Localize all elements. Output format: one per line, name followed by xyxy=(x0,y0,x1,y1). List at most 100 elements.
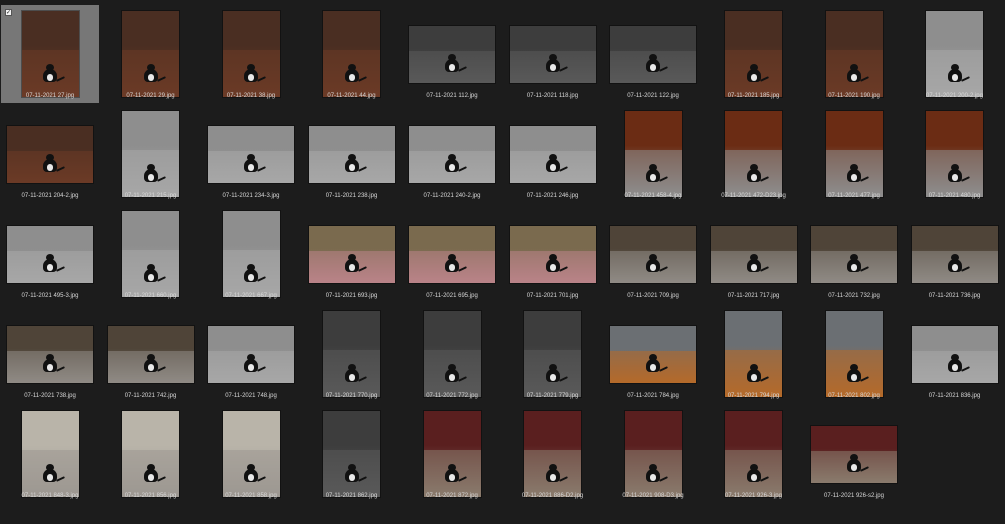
file-thumbnail-item[interactable]: 07-11-2021 477.jpg xyxy=(805,105,903,203)
cat-photo-thumbnail[interactable] xyxy=(811,425,897,483)
file-thumbnail-item[interactable]: 07-11-2021 794.jpg xyxy=(705,305,803,403)
file-thumbnail-item[interactable]: 07-11-2021 802.jpg xyxy=(805,305,903,403)
cat-photo-thumbnail[interactable] xyxy=(624,111,682,197)
file-thumbnail-item[interactable]: 07-11-2021 836.jpg xyxy=(906,305,1004,403)
file-thumbnail-item[interactable]: 07-11-2021 732.jpg xyxy=(805,205,903,303)
file-thumbnail-item[interactable]: 07-11-2021 784.jpg xyxy=(604,305,702,403)
cat-photo-thumbnail[interactable] xyxy=(409,125,495,183)
cat-photo-thumbnail[interactable] xyxy=(911,325,998,383)
file-thumbnail-item[interactable]: 07-11-2021 29.jpg xyxy=(102,5,200,103)
cat-photo-thumbnail[interactable] xyxy=(107,325,194,383)
cat-photo-thumbnail[interactable] xyxy=(21,11,79,97)
cat-photo-thumbnail[interactable] xyxy=(524,411,581,497)
file-thumbnail-item[interactable]: 07-11-2021 200-2.jpg xyxy=(906,5,1004,103)
file-thumbnail-item[interactable]: 07-11-2021 693.jpg xyxy=(303,205,401,303)
file-thumbnail-item[interactable]: 07-11-2021 238.jpg xyxy=(303,105,401,203)
file-thumbnail-item[interactable]: 07-11-2021 480.jpg xyxy=(906,105,1004,203)
file-thumbnail-item[interactable]: 07-11-2021 709.jpg xyxy=(604,205,702,303)
file-thumbnail-item[interactable]: ✓ 07-11-2021 27.jpg xyxy=(1,5,99,103)
file-thumbnail-item[interactable]: 07-11-2021 44.jpg xyxy=(303,5,401,103)
cat-photo-thumbnail[interactable] xyxy=(725,11,782,97)
cat-photo-thumbnail[interactable] xyxy=(122,11,179,97)
cat-photo-thumbnail[interactable] xyxy=(725,311,782,397)
file-thumbnail-item[interactable]: 07-11-2021 122.jpg xyxy=(604,5,702,103)
file-thumbnail-item[interactable]: 07-11-2021 234-3.jpg xyxy=(202,105,300,203)
file-thumbnail-item[interactable]: 07-11-2021 738.jpg xyxy=(1,305,99,403)
cat-photo-thumbnail[interactable] xyxy=(122,111,179,197)
file-thumbnail-item[interactable]: 07-11-2021 215.jpg xyxy=(102,105,200,203)
cat-photo-thumbnail[interactable] xyxy=(423,411,481,497)
file-thumbnail-item[interactable]: 07-11-2021 112.jpg xyxy=(403,5,501,103)
cat-photo-thumbnail[interactable] xyxy=(7,325,93,383)
cat-photo-thumbnail[interactable] xyxy=(624,411,682,497)
cat-photo-thumbnail[interactable] xyxy=(710,225,797,283)
file-thumbnail-item[interactable]: 07-11-2021 848-3.jpg xyxy=(1,405,99,503)
file-thumbnail-item[interactable]: 07-11-2021 856.jpg xyxy=(102,405,200,503)
file-thumbnail-item[interactable]: 07-11-2021 185.jpg xyxy=(705,5,803,103)
file-thumbnail-item[interactable]: 07-11-2021 495-3.jpg xyxy=(1,205,99,303)
cat-photo-thumbnail[interactable] xyxy=(825,11,883,97)
file-thumbnail-item[interactable]: 07-11-2021 770.jpg xyxy=(303,305,401,403)
cat-photo-thumbnail[interactable] xyxy=(825,111,883,197)
cat-photo-thumbnail[interactable] xyxy=(509,25,596,83)
cat-photo-thumbnail[interactable] xyxy=(323,411,380,497)
cat-photo-thumbnail[interactable] xyxy=(926,11,983,97)
cat-photo-thumbnail[interactable] xyxy=(208,125,294,183)
cat-photo-thumbnail[interactable] xyxy=(409,225,495,283)
file-thumbnail-item[interactable]: 07-11-2021 667.jpg xyxy=(202,205,300,303)
file-thumbnail-item[interactable]: 07-11-2021 736.jpg xyxy=(906,205,1004,303)
file-thumbnail-item[interactable]: 07-11-2021 779.jpg xyxy=(504,305,602,403)
cat-photo-thumbnail[interactable] xyxy=(122,411,179,497)
file-thumbnail-item[interactable]: 07-11-2021 717.jpg xyxy=(705,205,803,303)
cat-photo-thumbnail[interactable] xyxy=(509,125,596,183)
file-thumbnail-item[interactable]: 07-11-2021 862.jpg xyxy=(303,405,401,503)
cat-photo-thumbnail[interactable] xyxy=(323,11,380,97)
cat-photo-thumbnail[interactable] xyxy=(122,211,179,297)
cat-photo-thumbnail[interactable] xyxy=(7,225,93,283)
file-name-label: 07-11-2021 779.jpg xyxy=(526,393,579,399)
cat-photo-thumbnail[interactable] xyxy=(7,125,93,183)
file-thumbnail-item[interactable]: 07-11-2021 772.jpg xyxy=(403,305,501,403)
cat-photo-thumbnail[interactable] xyxy=(222,11,280,97)
cat-photo-thumbnail[interactable] xyxy=(725,111,782,197)
file-thumbnail-item[interactable]: 07-11-2021 701.jpg xyxy=(504,205,602,303)
file-thumbnail-item[interactable]: 07-11-2021 240-2.jpg xyxy=(403,105,501,203)
file-thumbnail-item[interactable]: 07-11-2021 458-4.jpg xyxy=(604,105,702,203)
cat-photo-thumbnail[interactable] xyxy=(308,125,395,183)
thumbnail-frame xyxy=(708,308,800,400)
cat-photo-thumbnail[interactable] xyxy=(423,311,481,397)
file-thumbnail-item[interactable]: 07-11-2021 908-D3.jpg xyxy=(604,405,702,503)
cat-photo-thumbnail[interactable] xyxy=(509,225,596,283)
file-thumbnail-item[interactable]: 07-11-2021 926-s2.jpg xyxy=(805,405,903,503)
cat-photo-thumbnail[interactable] xyxy=(409,25,495,83)
file-thumbnail-item[interactable]: 07-11-2021 660.jpg xyxy=(102,205,200,303)
file-thumbnail-item[interactable]: 07-11-2021 886-D2.jpg xyxy=(504,405,602,503)
file-thumbnail-item[interactable]: 07-11-2021 695.jpg xyxy=(403,205,501,303)
file-thumbnail-item[interactable]: 07-11-2021 742.jpg xyxy=(102,305,200,403)
cat-photo-thumbnail[interactable] xyxy=(323,311,380,397)
file-thumbnail-item[interactable]: 07-11-2021 858.jpg xyxy=(202,405,300,503)
file-thumbnail-item[interactable]: 07-11-2021 872.jpg xyxy=(403,405,501,503)
file-thumbnail-item[interactable]: 07-11-2021 472-D23.jpg xyxy=(705,105,803,203)
cat-photo-thumbnail[interactable] xyxy=(725,411,782,497)
file-thumbnail-item[interactable]: 07-11-2021 38.jpg xyxy=(202,5,300,103)
file-thumbnail-item[interactable]: 07-11-2021 190.jpg xyxy=(805,5,903,103)
file-thumbnail-item[interactable]: 07-11-2021 748.jpg xyxy=(202,305,300,403)
cat-photo-thumbnail[interactable] xyxy=(610,225,696,283)
cat-photo-thumbnail[interactable] xyxy=(21,411,79,497)
file-thumbnail-item[interactable]: 07-11-2021 926-3.jpg xyxy=(705,405,803,503)
file-thumbnail-item[interactable]: 07-11-2021 204-2.jpg xyxy=(1,105,99,203)
cat-photo-thumbnail[interactable] xyxy=(926,111,983,197)
cat-photo-thumbnail[interactable] xyxy=(811,225,897,283)
cat-photo-thumbnail[interactable] xyxy=(610,25,696,83)
cat-photo-thumbnail[interactable] xyxy=(308,225,395,283)
file-thumbnail-item[interactable]: 07-11-2021 246.jpg xyxy=(504,105,602,203)
cat-photo-thumbnail[interactable] xyxy=(208,325,294,383)
cat-photo-thumbnail[interactable] xyxy=(222,211,280,297)
cat-photo-thumbnail[interactable] xyxy=(222,411,280,497)
file-thumbnail-item[interactable]: 07-11-2021 118.jpg xyxy=(504,5,602,103)
cat-photo-thumbnail[interactable] xyxy=(610,325,696,383)
cat-photo-thumbnail[interactable] xyxy=(911,225,998,283)
cat-photo-thumbnail[interactable] xyxy=(825,311,883,397)
cat-photo-thumbnail[interactable] xyxy=(524,311,581,397)
